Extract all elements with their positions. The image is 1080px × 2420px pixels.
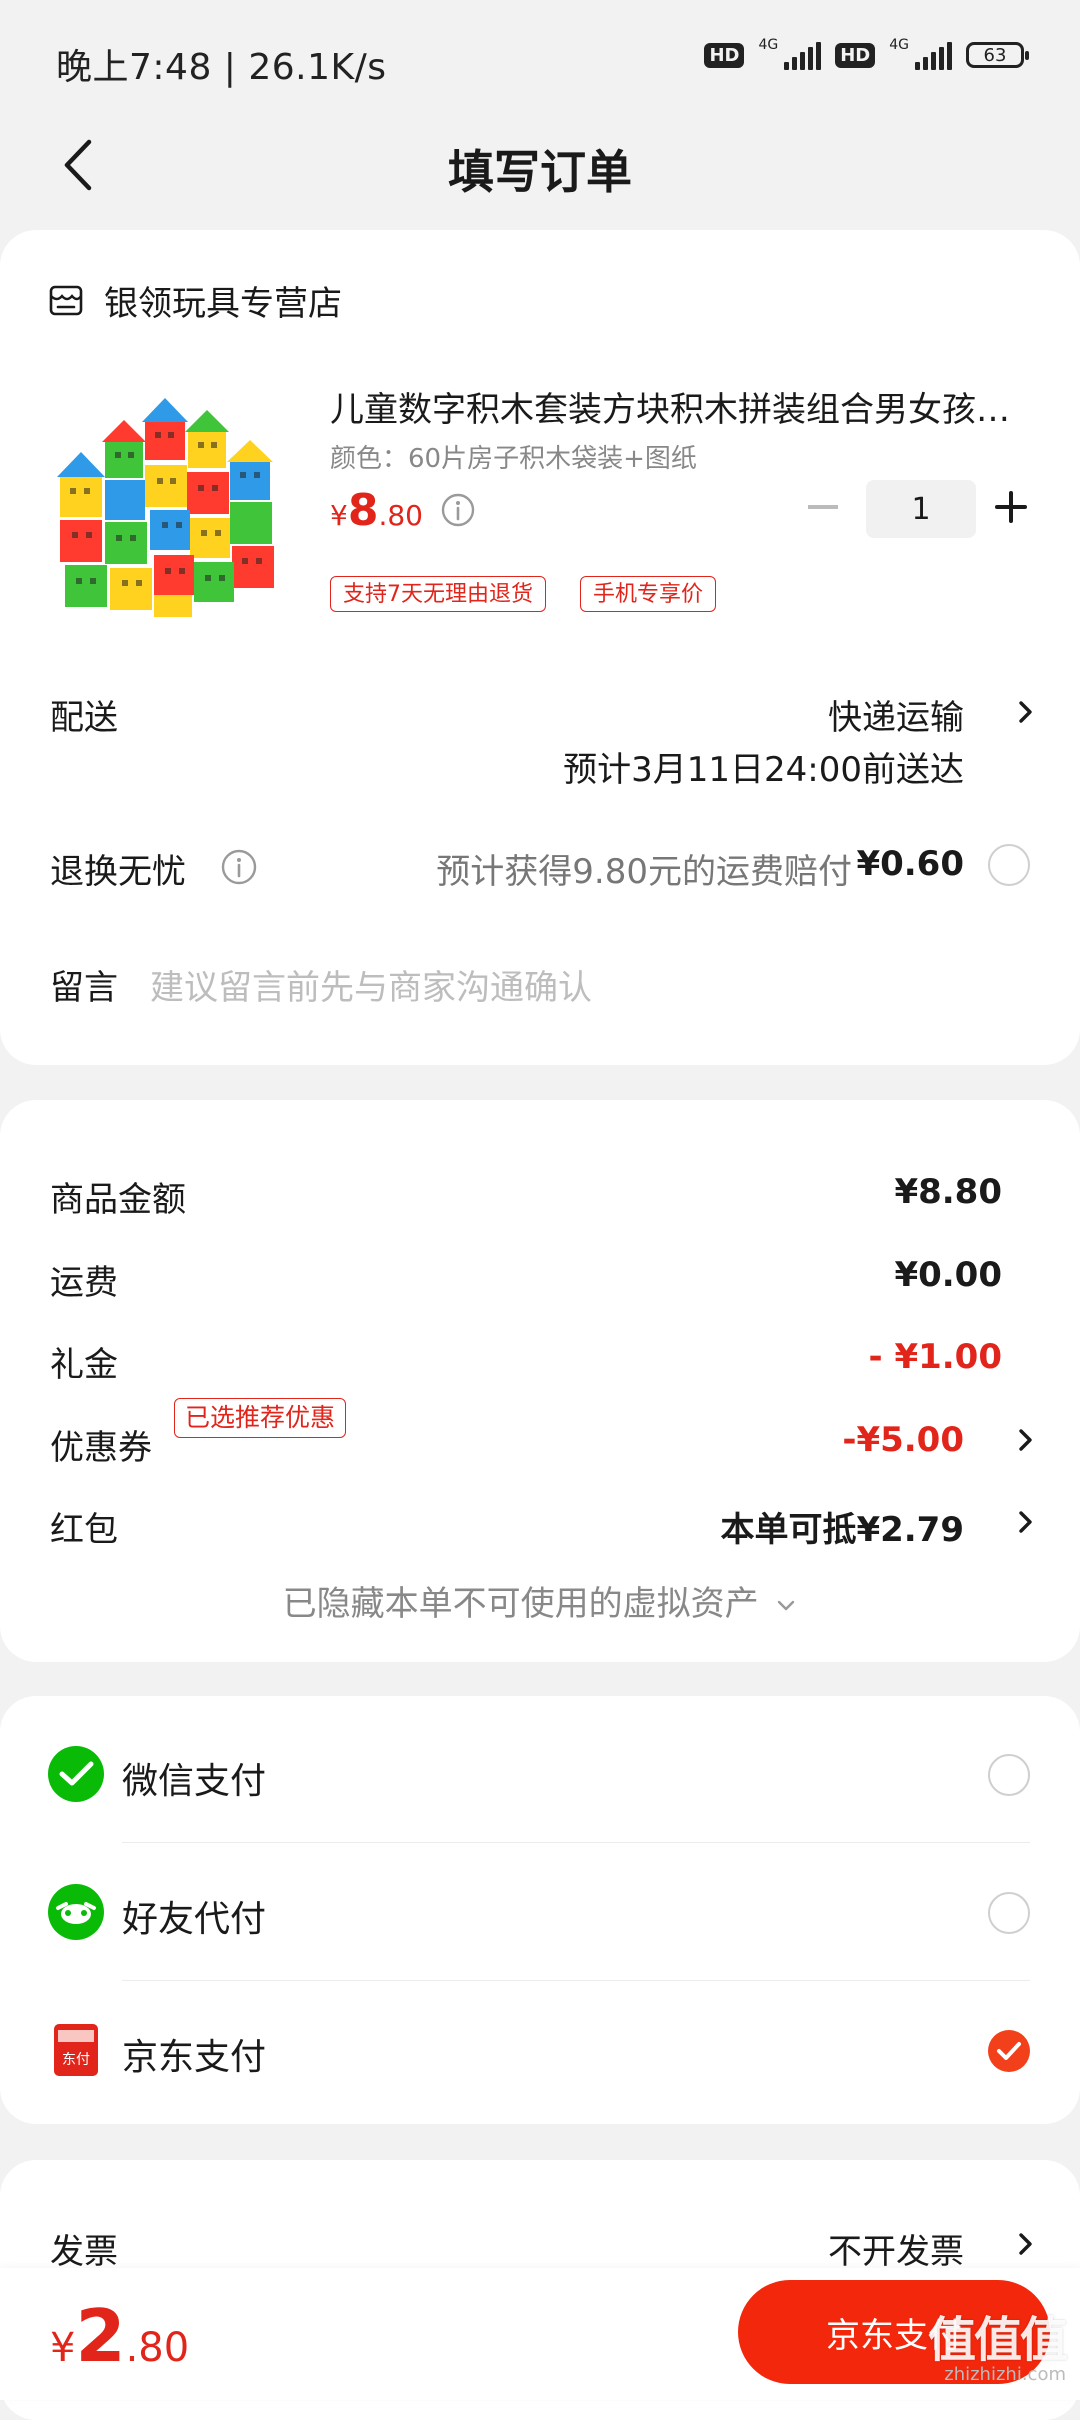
hidden-assets-toggle[interactable]: 已隐藏本单不可使用的虚拟资产 bbox=[0, 1576, 1080, 1625]
total-decimal: .80 bbox=[125, 2325, 190, 2371]
hd-badge: HD bbox=[704, 42, 745, 68]
invoice-label: 发票 bbox=[50, 2232, 118, 2272]
order-item-card: 银领玩具专营店 儿童数字积木套装方块积木拼装组合男女孩玩具 颜色：60片房子积木… bbox=[0, 230, 1080, 1065]
delivery-eta: 预计3月11日24:00前送达 bbox=[563, 750, 964, 790]
price-symbol: ¥ bbox=[330, 499, 348, 532]
message-label: 留言 bbox=[50, 968, 118, 1008]
refund-description: 预计获得9.80元的运费赔付 bbox=[436, 852, 852, 892]
chevron-right-icon[interactable] bbox=[1016, 1508, 1036, 1536]
chevron-down-icon bbox=[778, 1600, 795, 1610]
network-type-2: 4G bbox=[889, 37, 909, 53]
battery-level: 63 bbox=[983, 44, 1007, 66]
watermark-logo: 值值值 bbox=[927, 2312, 1068, 2368]
payment-radio-friend[interactable] bbox=[988, 1892, 1030, 1934]
chevron-right-icon[interactable] bbox=[1016, 698, 1036, 726]
payment-radio-wechat[interactable] bbox=[988, 1754, 1030, 1796]
quantity-input[interactable]: 1 bbox=[866, 480, 976, 538]
refund-label: 退换无忧 bbox=[50, 852, 186, 892]
network-type: 4G bbox=[758, 37, 779, 53]
svg-text:东付: 东付 bbox=[62, 2052, 90, 2068]
page-title: 填写订单 bbox=[448, 145, 632, 199]
product-tag-return: 支持7天无理由退货 bbox=[330, 576, 546, 612]
cost-label-coupon[interactable]: 优惠券 bbox=[50, 1420, 152, 1469]
chevron-right-icon[interactable] bbox=[1016, 2230, 1036, 2258]
status-icons: HD 4G HD 4G 63 bbox=[704, 37, 1029, 70]
product-price: ¥8.80 bbox=[330, 485, 423, 536]
delivery-method[interactable]: 快递运输 bbox=[828, 690, 964, 739]
cost-label-redpacket[interactable]: 红包 bbox=[50, 1502, 118, 1551]
product-image[interactable] bbox=[50, 380, 295, 625]
store-icon bbox=[49, 285, 83, 316]
friend-pay-icon bbox=[48, 1884, 104, 1940]
wechat-pay-icon bbox=[48, 1746, 104, 1802]
status-time: 晚上7:48 | 26.1K/s bbox=[56, 47, 387, 88]
watermark-url: zhizhizhi.com bbox=[944, 2364, 1066, 2385]
price-info-icon[interactable] bbox=[440, 492, 476, 528]
cost-value-redpacket[interactable]: 本单可抵¥2.79 bbox=[720, 1502, 964, 1551]
chevron-right-icon[interactable] bbox=[1016, 1426, 1036, 1454]
product-spec: 颜色：60片房子积木袋装+图纸 bbox=[330, 444, 697, 474]
cost-label-shipping: 运费 bbox=[50, 1263, 118, 1303]
invoice-value[interactable]: 不开发票 bbox=[828, 2224, 964, 2273]
checkmark-icon bbox=[997, 2042, 1021, 2060]
total-price: ¥2.80 bbox=[50, 2294, 189, 2378]
quantity-minus-button[interactable] bbox=[808, 505, 838, 509]
cost-value-shipping: ¥0.00 bbox=[894, 1255, 1002, 1295]
quantity-plus-button[interactable] bbox=[994, 490, 1028, 524]
jd-pay-icon: 东付 bbox=[54, 2024, 98, 2076]
payment-radio-jd[interactable] bbox=[988, 2030, 1030, 2072]
cost-label-gift: 礼金 bbox=[50, 1345, 118, 1385]
product-tag-mobile: 手机专享价 bbox=[580, 576, 717, 612]
hd-badge-2: HD bbox=[835, 42, 876, 68]
price-integer: 8 bbox=[347, 485, 379, 536]
divider bbox=[122, 1842, 1030, 1843]
refund-info-icon[interactable] bbox=[220, 848, 258, 886]
total-symbol: ¥ bbox=[50, 2325, 76, 2371]
price-decimal: .80 bbox=[378, 499, 423, 532]
battery-icon: 63 bbox=[966, 42, 1029, 68]
signal-icon bbox=[784, 40, 822, 70]
cost-value-coupon[interactable]: -¥5.00 bbox=[842, 1420, 964, 1460]
signal-icon-2 bbox=[915, 40, 952, 70]
cost-value-goods: ¥8.80 bbox=[894, 1172, 1002, 1212]
hidden-assets-text: 已隐藏本单不可使用的虚拟资产 bbox=[282, 1584, 759, 1624]
cost-label-goods: 商品金额 bbox=[50, 1180, 186, 1220]
nav-bar: 填写订单 bbox=[0, 110, 1080, 220]
refund-price: ¥0.60 bbox=[856, 844, 964, 884]
message-input[interactable]: 建议留言前先与商家沟通确认 bbox=[150, 960, 592, 1009]
product-title[interactable]: 儿童数字积木套装方块积木拼装组合男女孩玩具 bbox=[330, 382, 1030, 431]
status-bar: 晚上7:48 | 26.1K/s HD 4G HD 4G 63 bbox=[0, 0, 1080, 120]
divider bbox=[122, 1980, 1030, 1981]
coupon-selected-tag: 已选推荐优惠 bbox=[174, 1398, 347, 1438]
delivery-label: 配送 bbox=[50, 698, 118, 738]
payment-label-jd: 京东支付 bbox=[122, 2037, 267, 2078]
payment-label-friend: 好友代付 bbox=[122, 1899, 267, 1940]
refund-radio[interactable] bbox=[988, 844, 1030, 886]
cost-value-gift: - ¥1.00 bbox=[868, 1337, 1003, 1377]
total-integer: 2 bbox=[75, 2294, 126, 2378]
checkout-bar: ¥2.80 京东支付 bbox=[0, 2268, 1080, 2400]
store-name[interactable]: 银领玩具专营店 bbox=[104, 276, 342, 325]
payment-label-wechat: 微信支付 bbox=[122, 1761, 267, 1802]
